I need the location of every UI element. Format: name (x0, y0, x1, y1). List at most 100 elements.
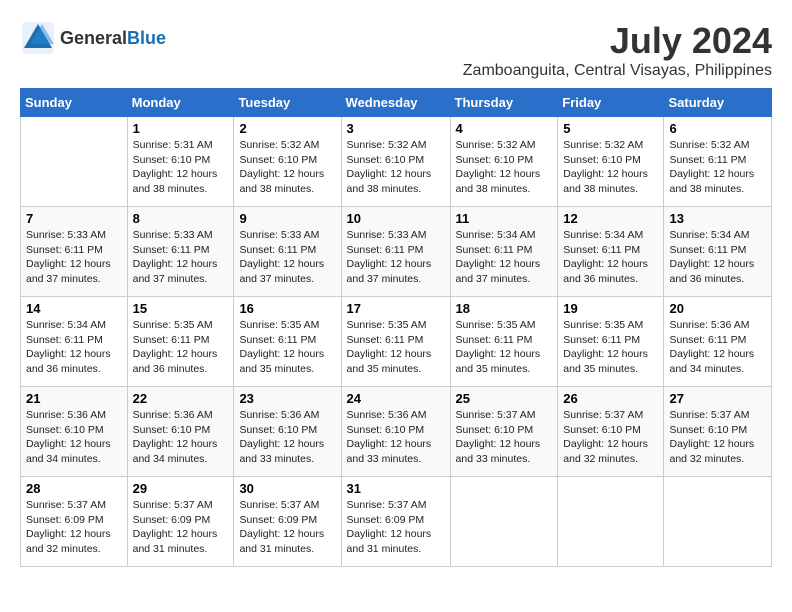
calendar-cell: 11Sunrise: 5:34 AMSunset: 6:11 PMDayligh… (450, 207, 558, 297)
day-info: Sunrise: 5:37 AMSunset: 6:09 PMDaylight:… (347, 498, 445, 557)
weekday-header-thursday: Thursday (450, 89, 558, 117)
weekday-header-tuesday: Tuesday (234, 89, 341, 117)
calendar-cell: 13Sunrise: 5:34 AMSunset: 6:11 PMDayligh… (664, 207, 772, 297)
calendar-week-row: 7Sunrise: 5:33 AMSunset: 6:11 PMDaylight… (21, 207, 772, 297)
day-info: Sunrise: 5:32 AMSunset: 6:10 PMDaylight:… (239, 138, 335, 197)
day-info: Sunrise: 5:32 AMSunset: 6:11 PMDaylight:… (669, 138, 766, 197)
calendar-cell: 31 Sunrise: 5:37 AMSunset: 6:09 PMDayligh… (341, 477, 450, 567)
day-info: Sunrise: 5:37 AMSunset: 6:09 PMDaylight:… (26, 498, 122, 557)
calendar-cell: 12 Sunrise: 5:34 AMSunset: 6:11 PMDayligh… (558, 207, 664, 297)
day-number: 30 (239, 481, 335, 496)
day-info: Sunrise: 5:36 AMSunset: 6:10 PMDaylight:… (347, 408, 445, 467)
calendar-cell: 3 Sunrise: 5:32 AMSunset: 6:10 PMDaylight… (341, 117, 450, 207)
day-info: Sunrise: 5:37 AMSunset: 6:09 PMDaylight:… (133, 498, 229, 557)
calendar-cell: 23 Sunrise: 5:36 AMSunset: 6:10 PMDayligh… (234, 387, 341, 477)
day-number: 6 (669, 121, 766, 136)
calendar-cell: 10 Sunrise: 5:33 AMSunset: 6:11 PMDayligh… (341, 207, 450, 297)
day-number: 29 (133, 481, 229, 496)
calendar-cell: 16Sunrise: 5:35 AMSunset: 6:11 PMDayligh… (234, 297, 341, 387)
day-number: 1 (133, 121, 229, 136)
day-info: Sunrise: 5:37 AMSunset: 6:10 PMDaylight:… (456, 408, 553, 467)
day-number: 17 (347, 301, 445, 316)
day-number: 13 (669, 211, 766, 226)
day-info: Sunrise: 5:34 AMSunset: 6:11 PMDaylight:… (563, 228, 658, 287)
calendar-cell: 25 Sunrise: 5:37 AMSunset: 6:10 PMDayligh… (450, 387, 558, 477)
day-number: 22 (133, 391, 229, 406)
calendar-cell: 5Sunrise: 5:32 AMSunset: 6:10 PMDaylight… (558, 117, 664, 207)
day-info: Sunrise: 5:32 AMSunset: 6:10 PMDaylight:… (456, 138, 553, 197)
calendar-cell (664, 477, 772, 567)
calendar-table: SundayMondayTuesdayWednesdayThursdayFrid… (20, 88, 772, 567)
calendar-cell: 14 Sunrise: 5:34 AMSunset: 6:11 PMDayligh… (21, 297, 128, 387)
calendar-week-row: 14 Sunrise: 5:34 AMSunset: 6:11 PMDayligh… (21, 297, 772, 387)
logo: GeneralBlue (20, 20, 166, 56)
calendar-cell: 4Sunrise: 5:32 AMSunset: 6:10 PMDaylight… (450, 117, 558, 207)
calendar-cell: 2 Sunrise: 5:32 AMSunset: 6:10 PMDaylight… (234, 117, 341, 207)
month-title: July 2024 (463, 20, 772, 62)
page-header: GeneralBlue July 2024 Zamboanguita, Cent… (20, 20, 772, 80)
calendar-cell: 26 Sunrise: 5:37 AMSunset: 6:10 PMDayligh… (558, 387, 664, 477)
day-number: 25 (456, 391, 553, 406)
day-info: Sunrise: 5:33 AMSunset: 6:11 PMDaylight:… (239, 228, 335, 287)
day-number: 15 (133, 301, 229, 316)
day-number: 12 (563, 211, 658, 226)
calendar-cell: 8Sunrise: 5:33 AMSunset: 6:11 PMDaylight… (127, 207, 234, 297)
weekday-header-saturday: Saturday (664, 89, 772, 117)
day-number: 2 (239, 121, 335, 136)
weekday-header-friday: Friday (558, 89, 664, 117)
calendar-cell (558, 477, 664, 567)
day-number: 20 (669, 301, 766, 316)
calendar-cell: 21 Sunrise: 5:36 AMSunset: 6:10 PMDayligh… (21, 387, 128, 477)
calendar-cell (450, 477, 558, 567)
calendar-cell: 17 Sunrise: 5:35 AMSunset: 6:11 PMDayligh… (341, 297, 450, 387)
day-info: Sunrise: 5:36 AMSunset: 6:10 PMDaylight:… (26, 408, 122, 467)
calendar-cell: 28 Sunrise: 5:37 AMSunset: 6:09 PMDayligh… (21, 477, 128, 567)
day-info: Sunrise: 5:34 AMSunset: 6:11 PMDaylight:… (26, 318, 122, 377)
day-number: 28 (26, 481, 122, 496)
calendar-cell: 20 Sunrise: 5:36 AMSunset: 6:11 PMDayligh… (664, 297, 772, 387)
calendar-cell: 18Sunrise: 5:35 AMSunset: 6:11 PMDayligh… (450, 297, 558, 387)
calendar-cell (21, 117, 128, 207)
day-info: Sunrise: 5:36 AMSunset: 6:10 PMDaylight:… (133, 408, 229, 467)
weekday-header-sunday: Sunday (21, 89, 128, 117)
day-info: Sunrise: 5:33 AMSunset: 6:11 PMDaylight:… (26, 228, 122, 287)
calendar-cell: 19Sunrise: 5:35 AMSunset: 6:11 PMDayligh… (558, 297, 664, 387)
day-info: Sunrise: 5:32 AMSunset: 6:10 PMDaylight:… (347, 138, 445, 197)
day-number: 24 (347, 391, 445, 406)
day-info: Sunrise: 5:35 AMSunset: 6:11 PMDaylight:… (347, 318, 445, 377)
day-number: 23 (239, 391, 335, 406)
day-number: 11 (456, 211, 553, 226)
logo-icon (20, 20, 56, 56)
calendar-week-row: 21 Sunrise: 5:36 AMSunset: 6:10 PMDayligh… (21, 387, 772, 477)
day-number: 9 (239, 211, 335, 226)
calendar-cell: 22 Sunrise: 5:36 AMSunset: 6:10 PMDayligh… (127, 387, 234, 477)
day-number: 14 (26, 301, 122, 316)
weekday-header-monday: Monday (127, 89, 234, 117)
day-info: Sunrise: 5:37 AMSunset: 6:10 PMDaylight:… (563, 408, 658, 467)
day-number: 5 (563, 121, 658, 136)
calendar-cell: 29 Sunrise: 5:37 AMSunset: 6:09 PMDayligh… (127, 477, 234, 567)
day-info: Sunrise: 5:35 AMSunset: 6:11 PMDaylight:… (563, 318, 658, 377)
day-number: 26 (563, 391, 658, 406)
title-block: July 2024 Zamboanguita, Central Visayas,… (463, 20, 772, 80)
weekday-header-wednesday: Wednesday (341, 89, 450, 117)
calendar-week-row: 28 Sunrise: 5:37 AMSunset: 6:09 PMDayligh… (21, 477, 772, 567)
day-number: 3 (347, 121, 445, 136)
day-info: Sunrise: 5:33 AMSunset: 6:11 PMDaylight:… (347, 228, 445, 287)
calendar-cell: 1 Sunrise: 5:31 AMSunset: 6:10 PMDaylight… (127, 117, 234, 207)
day-info: Sunrise: 5:36 AMSunset: 6:10 PMDaylight:… (239, 408, 335, 467)
day-number: 31 (347, 481, 445, 496)
calendar-cell: 9 Sunrise: 5:33 AMSunset: 6:11 PMDaylight… (234, 207, 341, 297)
calendar-week-row: 1 Sunrise: 5:31 AMSunset: 6:10 PMDaylight… (21, 117, 772, 207)
calendar-cell: 7Sunrise: 5:33 AMSunset: 6:11 PMDaylight… (21, 207, 128, 297)
calendar-cell: 27Sunrise: 5:37 AMSunset: 6:10 PMDayligh… (664, 387, 772, 477)
day-number: 21 (26, 391, 122, 406)
calendar-cell: 24 Sunrise: 5:36 AMSunset: 6:10 PMDayligh… (341, 387, 450, 477)
day-number: 27 (669, 391, 766, 406)
day-info: Sunrise: 5:31 AMSunset: 6:10 PMDaylight:… (133, 138, 229, 197)
day-info: Sunrise: 5:35 AMSunset: 6:11 PMDaylight:… (456, 318, 553, 377)
calendar-cell: 6 Sunrise: 5:32 AMSunset: 6:11 PMDaylight… (664, 117, 772, 207)
day-info: Sunrise: 5:36 AMSunset: 6:11 PMDaylight:… (669, 318, 766, 377)
logo-general: General (60, 28, 127, 48)
day-number: 10 (347, 211, 445, 226)
